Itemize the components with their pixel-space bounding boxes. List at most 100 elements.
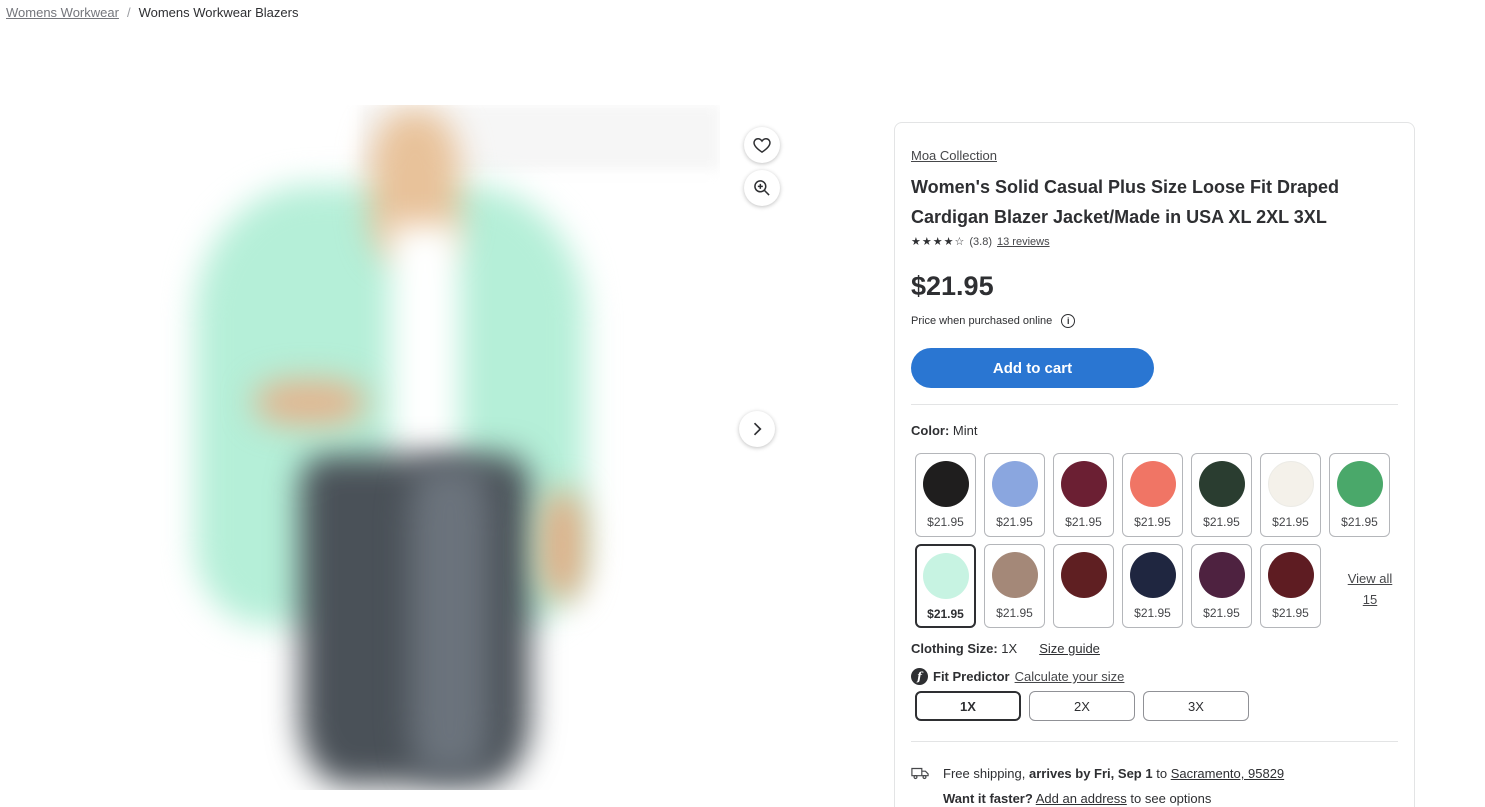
color-swatch-price: $21.95 [1134, 515, 1171, 529]
selected-color: Mint [952, 423, 978, 438]
price-note: Price when purchased online i [911, 314, 1076, 328]
shipping-lines: Free shipping, arrives by Fri, Sep 1 to … [943, 761, 1284, 807]
color-swatch[interactable]: $21.95 [984, 453, 1045, 537]
zoom-in-icon [754, 180, 770, 196]
breadcrumb-link-womens-workwear[interactable]: Womens Workwear [6, 5, 119, 20]
want-faster-label: Want it faster? [943, 791, 1033, 806]
size-label-title: Clothing Size: [911, 641, 998, 656]
selected-size: 1X [1001, 641, 1018, 656]
shipping-location-link[interactable]: Sacramento, 95829 [1171, 766, 1284, 781]
rating-stars: ★ ★ ★ ★ ☆ [911, 235, 964, 248]
favorite-button[interactable] [744, 127, 780, 163]
color-swatch-price: $21.95 [927, 515, 964, 529]
fit-predictor-label: Fit Predictor [933, 669, 1010, 684]
next-image-button[interactable] [739, 411, 775, 447]
add-address-link[interactable]: Add an address [1036, 791, 1127, 806]
color-swatch-dot [1267, 461, 1314, 507]
shipping-prefix: Free shipping, [943, 766, 1026, 781]
info-icon[interactable]: i [1061, 314, 1076, 328]
image-hand-shape [255, 380, 365, 425]
truck-icon [911, 767, 929, 780]
reviews-link[interactable]: 13 reviews [997, 236, 1050, 248]
shipping-info: Free shipping, arrives by Fri, Sep 1 to … [911, 761, 1284, 807]
color-swatch-price: $21.95 [1203, 515, 1240, 529]
color-swatch[interactable]: $21.95 [1122, 453, 1183, 537]
color-swatch-dot [1198, 552, 1245, 598]
color-swatch[interactable]: $21.95 [1122, 544, 1183, 628]
heart-icon [753, 137, 771, 153]
size-option-3x[interactable]: 3X [1143, 691, 1249, 721]
color-swatch-dot [1060, 461, 1107, 507]
shipping-to: to [1156, 766, 1168, 781]
color-swatch-price: $21.95 [927, 607, 964, 621]
color-swatch-price: $21.95 [1341, 515, 1378, 529]
color-swatch-price: $21.95 [1272, 515, 1309, 529]
color-swatch-price: $21.95 [1203, 606, 1240, 620]
color-swatch[interactable]: $21.95 [915, 453, 976, 537]
color-swatch-dot [1060, 552, 1107, 598]
divider [911, 741, 1398, 742]
breadcrumb-separator: / [126, 5, 131, 20]
shipping-line-1: Free shipping, arrives by Fri, Sep 1 to … [943, 761, 1284, 786]
buy-box: Moa Collection Women's Solid Casual Plus… [894, 122, 1415, 807]
color-swatch-price: $21.95 [1134, 606, 1171, 620]
color-swatch-dot [991, 552, 1038, 598]
brand-link[interactable]: Moa Collection [911, 148, 997, 163]
size-options: 1X 2X 3X [915, 691, 1249, 721]
color-swatch-dot [922, 461, 969, 507]
product-image[interactable] [160, 105, 720, 790]
star-icon: ★ [932, 236, 943, 248]
color-swatch-price: $21.95 [1272, 606, 1309, 620]
shipping-line-2: Want it faster? Add an address to see op… [943, 786, 1284, 807]
color-swatch[interactable]: $21.95 [1260, 453, 1321, 537]
calculate-size-link[interactable]: Calculate your size [1015, 669, 1125, 684]
product-price: $21.95 [911, 271, 994, 301]
color-swatch-dot [922, 553, 969, 599]
image-hand-shape-2 [540, 490, 585, 600]
image-pants-highlight [410, 465, 490, 775]
color-swatch[interactable]: $21.95 [1191, 453, 1252, 537]
color-label-title: Color: [911, 423, 950, 438]
color-label: Color: Mint [911, 423, 977, 438]
color-swatch-dot [991, 461, 1038, 507]
color-swatch-dot [1198, 461, 1245, 507]
color-swatch-price: $21.95 [996, 606, 1033, 620]
color-swatch[interactable]: $21.95 [915, 544, 976, 628]
star-icon: ★ [943, 236, 954, 248]
fit-predictor-logo-icon: f [911, 668, 928, 685]
breadcrumb: Womens Workwear / Womens Workwear Blazer… [6, 5, 298, 20]
fit-predictor-row: f Fit Predictor Calculate your size [911, 668, 1124, 685]
color-swatch[interactable]: $21.95 [1191, 544, 1252, 628]
color-swatch-price: $21.95 [996, 515, 1033, 529]
size-option-1x[interactable]: 1X [915, 691, 1021, 721]
color-swatch-dot [1129, 552, 1176, 598]
color-swatch-dot [1267, 552, 1314, 598]
size-label-row: Clothing Size: 1X Size guide [911, 641, 1100, 656]
color-swatch[interactable]: $21.95 [1329, 453, 1390, 537]
view-all-colors-link[interactable]: View all 15 [1345, 568, 1395, 610]
color-swatch-dot [1129, 461, 1176, 507]
rating-value: (3.8) [969, 235, 992, 248]
size-guide-link[interactable]: Size guide [1039, 641, 1100, 656]
zoom-button[interactable] [744, 170, 780, 206]
shipping-suffix: to see options [1130, 791, 1212, 806]
product-title: Women's Solid Casual Plus Size Loose Fit… [911, 177, 1340, 227]
divider [911, 404, 1398, 405]
star-icon: ★ [911, 236, 921, 248]
color-swatch-dot [1336, 461, 1383, 507]
rating-row: ★ ★ ★ ★ ☆ (3.8) 13 reviews [911, 235, 1050, 249]
color-swatch-price: $21.95 [1065, 515, 1102, 529]
star-icon: ☆ [954, 236, 965, 248]
chevron-right-icon [753, 422, 762, 436]
breadcrumb-current: Womens Workwear Blazers [138, 5, 299, 20]
add-to-cart-button[interactable]: Add to cart [911, 348, 1154, 388]
size-label: Clothing Size: 1X [911, 641, 1017, 656]
color-swatch[interactable] [1053, 544, 1114, 628]
arrival-date: arrives by Fri, Sep 1 [1029, 766, 1153, 781]
star-icon: ★ [921, 236, 932, 248]
color-swatch[interactable]: $21.95 [1260, 544, 1321, 628]
size-option-2x[interactable]: 2X [1029, 691, 1135, 721]
color-swatch[interactable]: $21.95 [984, 544, 1045, 628]
color-swatch[interactable]: $21.95 [1053, 453, 1114, 537]
price-note-text: Price when purchased online [911, 315, 1053, 327]
